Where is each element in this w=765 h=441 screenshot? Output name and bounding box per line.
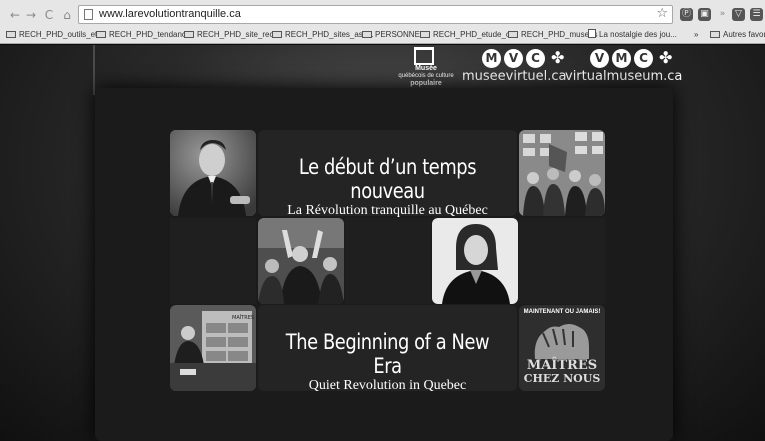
bookmark-star-icon[interactable]: ☆ bbox=[656, 6, 668, 21]
bookmark-label: RECH_PHD_tendanc... bbox=[109, 30, 193, 39]
bookmarks-overflow[interactable]: » bbox=[694, 28, 698, 41]
intro-panel: Le début d’un temps nouveau La Révolutio… bbox=[95, 88, 673, 441]
mvc-letter-v: V bbox=[504, 49, 523, 68]
mvc-letter-m: M bbox=[482, 49, 501, 68]
bookmark-label: La nostalgie des jou... bbox=[599, 30, 677, 39]
extension-overflow-icon[interactable]: » bbox=[716, 8, 729, 21]
address-bar[interactable]: www.larevolutiontranquille.ca ☆ bbox=[78, 5, 673, 24]
bookmark-folder[interactable]: RECH_PHD_musees bbox=[508, 28, 597, 41]
bookmark-folder[interactable]: RECH_PHD_tendanc... bbox=[96, 28, 193, 41]
extension-icon-2[interactable]: ▣ bbox=[698, 8, 711, 21]
maple-leaf-icon: ✤ bbox=[551, 48, 565, 67]
bookmark-folder-other[interactable]: Autres favoris bbox=[710, 28, 765, 41]
reload-icon[interactable]: C bbox=[42, 8, 56, 22]
divider bbox=[93, 45, 95, 95]
english-title-banner[interactable]: The Beginning of a New Era Quiet Revolut… bbox=[258, 305, 517, 393]
grid-tile bbox=[519, 218, 605, 304]
french-title-banner[interactable]: Le début d’un temps nouveau La Révolutio… bbox=[258, 130, 517, 218]
french-title: Le début d’un temps nouveau bbox=[298, 155, 477, 203]
vmc-letter-m: M bbox=[612, 49, 631, 68]
folder-icon bbox=[272, 31, 282, 38]
bookmark-folder[interactable]: RECH_PHD_outils_et... bbox=[6, 28, 104, 41]
bookmark-label: Autres favoris bbox=[723, 30, 765, 39]
photo-men-raising-arms[interactable] bbox=[258, 218, 344, 304]
folder-icon bbox=[710, 31, 720, 38]
bookmark-folder[interactable]: RECH_PHD_sites_ass... bbox=[272, 28, 373, 41]
maitres-chez-nous-poster[interactable]: MAINTENANT OU JAMAIS! MAÎTRES CHEZ NOUS bbox=[519, 305, 605, 391]
poster-top-text: MAINTENANT OU JAMAIS! bbox=[523, 309, 601, 315]
browser-toolbar: ← → C ⌂ www.larevolutiontranquille.ca ☆ … bbox=[0, 2, 765, 26]
menu-icon[interactable]: ☰ bbox=[750, 8, 763, 21]
header-logos: Musée québécois de culture populaire M V… bbox=[380, 45, 682, 89]
folder-icon bbox=[96, 31, 106, 38]
folder-icon bbox=[184, 31, 194, 38]
fist-icon bbox=[534, 324, 589, 359]
url-text[interactable]: www.larevolutiontranquille.ca bbox=[99, 8, 241, 20]
forward-icon[interactable]: → bbox=[24, 8, 38, 22]
folder-icon bbox=[508, 31, 518, 38]
bookmark-label: RECH_PHD_musees bbox=[521, 30, 598, 39]
english-title: The Beginning of a New Era bbox=[285, 330, 490, 378]
folder-icon bbox=[362, 31, 372, 38]
bookmark-label: PERSONNEL bbox=[375, 30, 425, 39]
bookmark-folder[interactable]: RECH_PHD_site_rec... bbox=[184, 28, 280, 41]
museum-building-icon bbox=[414, 47, 434, 65]
folder-icon bbox=[420, 31, 430, 38]
bookmark-page[interactable]: La nostalgie des jou... bbox=[588, 28, 677, 41]
bookmark-label: RECH_PHD_etude_c... bbox=[433, 30, 517, 39]
bookmark-folder[interactable]: PERSONNEL bbox=[362, 28, 424, 41]
browser-chrome: ← → C ⌂ www.larevolutiontranquille.ca ☆ … bbox=[0, 0, 765, 44]
poster-line-2: CHEZ NOUS bbox=[523, 372, 601, 385]
museevirtuel-link[interactable]: museevirtuel.ca bbox=[462, 69, 567, 84]
english-subtitle: Quiet Revolution in Quebec bbox=[308, 378, 467, 393]
back-icon[interactable]: ← bbox=[8, 8, 22, 22]
poster-line-1: MAÎTRES bbox=[526, 358, 598, 373]
musee-name: Musée bbox=[415, 65, 437, 72]
bookmark-label: RECH_PHD_site_rec... bbox=[197, 30, 281, 39]
virtualmuseum-link[interactable]: virtualmuseum.ca bbox=[565, 69, 682, 84]
vmc-letter-v: V bbox=[590, 49, 609, 68]
photo-crowd-with-flags[interactable] bbox=[519, 130, 605, 216]
grid-tile bbox=[170, 218, 256, 304]
tv-panel-text: MAÎTRES bbox=[232, 314, 254, 321]
musee-populaire: populaire bbox=[410, 80, 442, 87]
bookmark-label: RECH_PHD_sites_ass... bbox=[285, 30, 374, 39]
page-icon bbox=[84, 9, 93, 20]
portrait-photo-woman[interactable] bbox=[432, 218, 518, 304]
maple-leaf-icon: ✤ bbox=[659, 48, 673, 67]
french-subtitle: La Révolution tranquille au Québec bbox=[287, 203, 488, 218]
mvc-letter-c: C bbox=[526, 49, 545, 68]
grid-tile bbox=[345, 218, 431, 304]
vmc-letter-c: C bbox=[634, 49, 653, 68]
bookmark-label: RECH_PHD_outils_et... bbox=[19, 30, 104, 39]
bookmarks-bar: RECH_PHD_outils_et... RECH_PHD_tendanc..… bbox=[0, 26, 765, 43]
extension-icon-1[interactable]: Ⓟ bbox=[680, 8, 693, 21]
home-icon[interactable]: ⌂ bbox=[60, 8, 74, 22]
photo-man-at-desk-tv[interactable]: MAÎTRES bbox=[170, 305, 256, 391]
musee-subtitle: québécois de culture bbox=[398, 73, 454, 79]
extension-icon-3[interactable]: ▽ bbox=[732, 8, 745, 21]
folder-icon bbox=[6, 31, 16, 38]
bookmark-folder[interactable]: RECH_PHD_etude_c... bbox=[420, 28, 517, 41]
page-icon bbox=[588, 29, 596, 38]
portrait-photo-man-seated[interactable] bbox=[170, 130, 256, 216]
